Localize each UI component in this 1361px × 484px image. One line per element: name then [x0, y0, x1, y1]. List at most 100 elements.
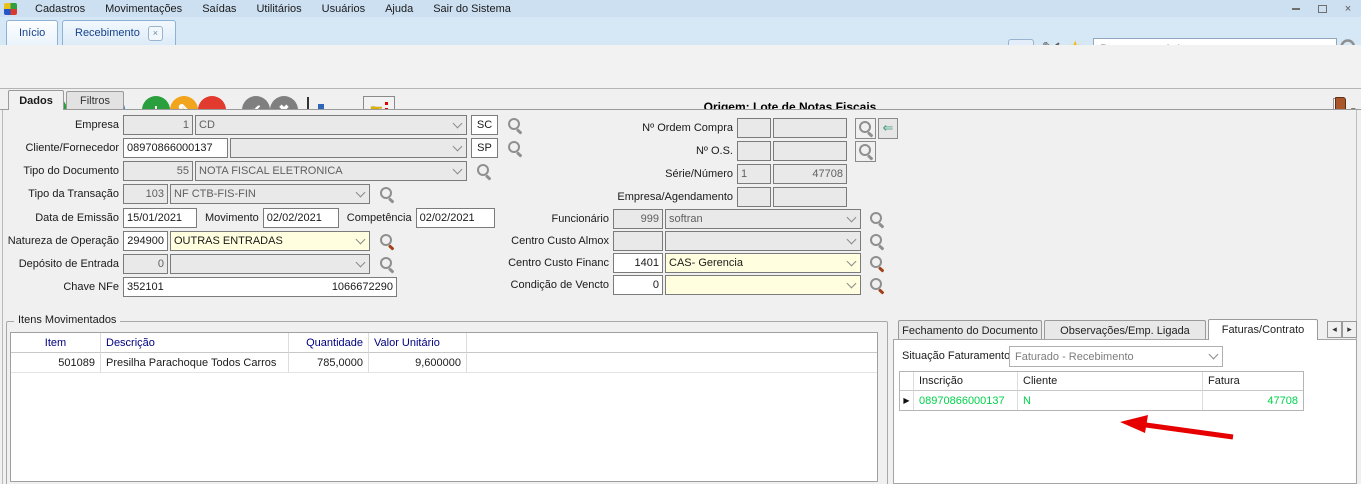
natureza-label: Natureza de Operação: [0, 235, 123, 247]
tab-scroll-left-button[interactable]: ◂: [1327, 321, 1342, 338]
ordem-compra-input-1[interactable]: [737, 118, 771, 138]
itens-movimentados-legend: Itens Movimentados: [14, 314, 120, 326]
tab-filtros[interactable]: Filtros: [66, 91, 124, 110]
itens-grid[interactable]: Item Descrição Quantidade Valor Unitário…: [10, 332, 878, 482]
search-icon[interactable]: [869, 277, 885, 293]
condicao-vencto-combo[interactable]: [665, 275, 861, 295]
row-natureza: Natureza de Operação 294900 OUTRAS ENTRA…: [0, 231, 395, 251]
cc-almox-combo[interactable]: [665, 231, 861, 251]
data-emissao-input[interactable]: 15/01/2021: [123, 208, 197, 228]
chevron-down-icon: [847, 278, 857, 288]
menu-ajuda[interactable]: Ajuda: [375, 0, 423, 17]
tab-recebimento[interactable]: Recebimento ×: [62, 20, 176, 45]
tipo-transacao-combo[interactable]: NF CTB-FIS-FIN: [170, 184, 370, 204]
menu-sair-do-sistema[interactable]: Sair do Sistema: [423, 0, 521, 17]
itens-grid-header: Item Descrição Quantidade Valor Unitário: [11, 333, 877, 353]
tab-faturas-contrato[interactable]: Faturas/Contrato: [1208, 319, 1318, 340]
search-icon[interactable]: [507, 117, 523, 133]
os-input-2[interactable]: [773, 141, 847, 161]
natureza-code-input[interactable]: 294900: [123, 231, 168, 251]
condicao-vencto-code-input[interactable]: 0: [613, 275, 663, 295]
competencia-input[interactable]: 02/02/2021: [416, 208, 495, 228]
ordem-compra-input-2[interactable]: [773, 118, 847, 138]
col-fatura[interactable]: Fatura: [1203, 372, 1303, 391]
chave-nfe-input[interactable]: 352101 1066672290: [123, 277, 397, 297]
search-icon[interactable]: [379, 186, 395, 202]
tab-filtros-label: Filtros: [80, 95, 110, 107]
tab-observacoes-emp-ligada[interactable]: Observações/Emp. Ligada: [1044, 320, 1206, 340]
empresa-agendamento-input-2[interactable]: [773, 187, 847, 207]
col-valor-unitario[interactable]: Valor Unitário: [369, 333, 467, 353]
cliente-uf-input[interactable]: SP: [471, 138, 498, 158]
tab-scroll-right-button[interactable]: ▸: [1342, 321, 1357, 338]
os-input-1[interactable]: [737, 141, 771, 161]
col-item[interactable]: Item: [11, 333, 101, 353]
tab-recebimento-label: Recebimento: [75, 27, 140, 39]
tipo-documento-code-input[interactable]: 55: [123, 161, 193, 181]
cc-financ-combo[interactable]: CAS- Gerencia: [665, 253, 861, 273]
minimize-button[interactable]: [1285, 1, 1307, 16]
cell-descricao: Presilha Parachoque Todos Carros: [101, 353, 289, 373]
table-row[interactable]: 501089 Presilha Parachoque Todos Carros …: [11, 353, 877, 373]
arrow-right-icon: ▸: [1347, 324, 1352, 335]
minimize-icon: [1292, 8, 1300, 10]
col-descricao[interactable]: Descrição: [101, 333, 289, 353]
row-condicao-vencto: Condição de Vencto 0: [490, 275, 885, 295]
menu-movimentacoes[interactable]: Movimentações: [95, 0, 192, 17]
chave-nfe-left: 352101: [127, 281, 164, 293]
search-icon[interactable]: [869, 233, 885, 249]
faturas-grid[interactable]: Inscrição Cliente Fatura ▶ 0897086600013…: [899, 371, 1304, 411]
ordem-compra-assign-button[interactable]: ⇐: [878, 118, 898, 139]
cliente-combo[interactable]: [230, 138, 467, 158]
empresa-code-input[interactable]: 1: [123, 115, 193, 135]
restore-button[interactable]: [1311, 1, 1333, 16]
deposito-code-input[interactable]: 0: [123, 254, 168, 274]
empresa-uf-input[interactable]: SC: [471, 115, 498, 135]
page-tab-strip: Dados Filtros: [0, 90, 1361, 110]
cc-almox-code-input[interactable]: [613, 231, 663, 251]
search-icon[interactable]: [379, 256, 395, 272]
competencia-label: Competência: [347, 212, 416, 224]
data-emissao-label: Data de Emissão: [0, 212, 123, 224]
menu-usuarios[interactable]: Usuários: [312, 0, 375, 17]
col-quantidade[interactable]: Quantidade: [289, 333, 369, 353]
row-funcionario: Funcionário 999 softran: [490, 209, 885, 229]
cc-financ-label: Centro Custo Financ: [490, 257, 613, 269]
empresa-combo[interactable]: CD: [195, 115, 467, 135]
search-icon[interactable]: [869, 211, 885, 227]
table-row[interactable]: ▶ 08970866000137 N 47708: [900, 391, 1303, 410]
tab-inicio[interactable]: Início: [6, 20, 58, 45]
funcionario-combo[interactable]: softran: [665, 209, 861, 229]
close-button[interactable]: ×: [1337, 1, 1359, 16]
cliente-code-input[interactable]: 08970866000137: [123, 138, 228, 158]
app-logo-icon: [4, 3, 17, 15]
cc-financ-combo-text: CAS- Gerencia: [669, 257, 844, 269]
tab-fechamento-documento[interactable]: Fechamento do Documento: [898, 320, 1042, 340]
search-icon[interactable]: [379, 233, 395, 249]
search-icon[interactable]: [476, 163, 492, 179]
cc-financ-code-input[interactable]: 1401: [613, 253, 663, 273]
menu-cadastros[interactable]: Cadastros: [25, 0, 95, 17]
movimento-input[interactable]: 02/02/2021: [263, 208, 339, 228]
search-icon[interactable]: [507, 140, 523, 156]
situacao-faturamento-combo[interactable]: Faturado - Recebimento: [1009, 346, 1223, 367]
tab-close-button[interactable]: ×: [148, 26, 163, 41]
empresa-agendamento-input-1[interactable]: [737, 187, 771, 207]
tab-dados[interactable]: Dados: [8, 90, 64, 110]
natureza-combo[interactable]: OUTRAS ENTRADAS: [170, 231, 370, 251]
menu-utilitarios[interactable]: Utilitários: [246, 0, 311, 17]
col-cliente[interactable]: Cliente: [1018, 372, 1203, 391]
deposito-combo[interactable]: [170, 254, 370, 274]
funcionario-code-input[interactable]: 999: [613, 209, 663, 229]
ordem-compra-search-button[interactable]: [855, 118, 876, 139]
numero-input[interactable]: 47708: [773, 164, 847, 184]
tipo-transacao-code-input[interactable]: 103: [123, 184, 168, 204]
menu-saidas[interactable]: Saídas: [192, 0, 246, 17]
os-search-button[interactable]: [855, 141, 876, 162]
col-inscricao[interactable]: Inscrição: [914, 372, 1018, 391]
arrow-left-icon: ◂: [1332, 324, 1337, 335]
serie-input[interactable]: 1: [737, 164, 771, 184]
tipo-documento-combo[interactable]: NOTA FISCAL ELETRONICA: [195, 161, 467, 181]
search-icon[interactable]: [869, 255, 885, 271]
chevron-down-icon: [453, 164, 463, 174]
